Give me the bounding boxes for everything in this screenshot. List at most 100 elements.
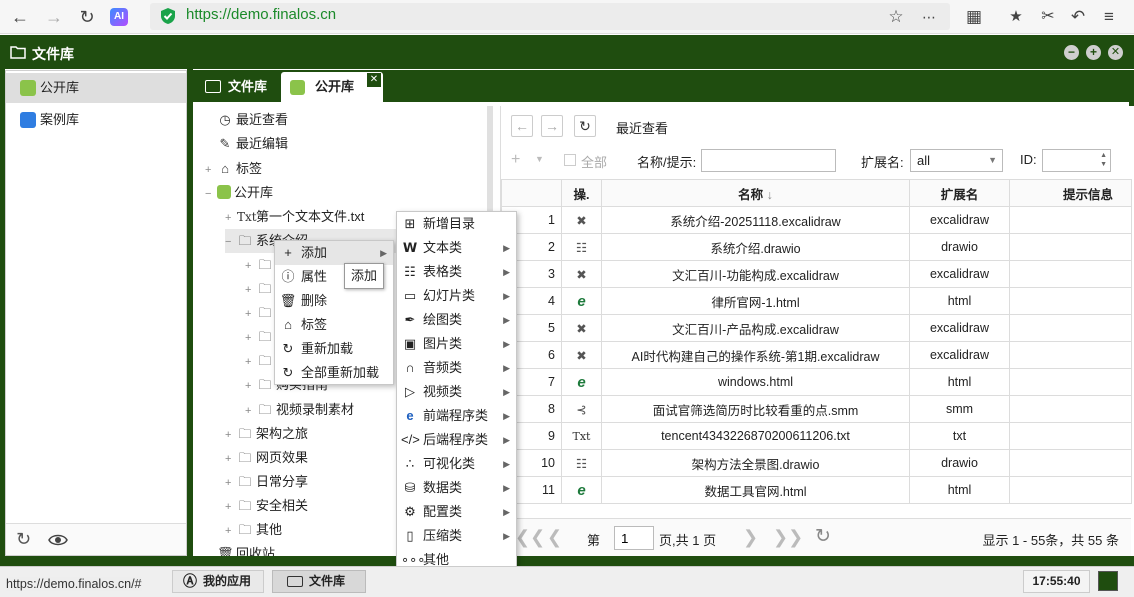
tree-node-subfolder[interactable]: + 🗀	[245, 349, 276, 373]
collapse-icon[interactable]: −	[205, 182, 217, 206]
submenu-item-drawing[interactable]: ✒ 绘图类 ▶	[397, 308, 516, 332]
excalidraw-icon[interactable]: ✖	[561, 314, 602, 342]
drawio-icon[interactable]: ☷	[561, 233, 602, 261]
first-page-icon[interactable]: ❮❮	[515, 527, 545, 548]
cell-name[interactable]: AI时代构建自己的操作系统-第1期.excalidraw	[601, 341, 910, 369]
submenu-item-sheet[interactable]: ☷ 表格类 ▶	[397, 260, 516, 284]
drawio-icon[interactable]: ☷	[561, 449, 602, 477]
tab-close-icon[interactable]: ✕	[367, 73, 381, 87]
tree-node-subfolder[interactable]: + 🗀	[245, 277, 276, 301]
maximize-icon[interactable]: +	[1086, 45, 1101, 60]
tree-node-recycle-bin[interactable]: 🗑 回收站	[205, 542, 275, 556]
cell-name[interactable]: 系统介绍-20251118.excalidraw	[601, 206, 910, 234]
id-filter-input[interactable]: ▲ ▼	[1042, 149, 1111, 172]
tree-node-recent-edit[interactable]: ✎ 最近编辑	[205, 132, 288, 156]
submenu-item-slides[interactable]: ▭ 幻灯片类 ▶	[397, 284, 516, 308]
prev-page-icon[interactable]: ❮	[547, 527, 562, 548]
cell-name[interactable]: 文汇百川-功能构成.excalidraw	[601, 260, 910, 288]
cell-name[interactable]: 系统介绍.drawio	[601, 233, 910, 261]
tree-node-subfolder[interactable]: + 🗀 视频录制素材	[245, 398, 354, 422]
tree-node-subfolder[interactable]: + 🗀	[245, 325, 276, 349]
cell-name[interactable]: 架构方法全景图.drawio	[601, 449, 910, 477]
submenu-item-data[interactable]: ⛁ 数据类 ▶	[397, 476, 516, 500]
column-header-name[interactable]: 名称 ↓	[601, 179, 910, 207]
table-row[interactable]: 4 e 律所官网-1.html html	[501, 287, 1132, 315]
star-icon[interactable]: ☆	[884, 5, 908, 29]
close-icon[interactable]: ✕	[1108, 45, 1123, 60]
table-row[interactable]: 6 ✖ AI时代构建自己的操作系统-第1期.excalidraw excalidraw	[501, 341, 1132, 369]
menu-item-delete[interactable]: 🗑 删除	[275, 289, 393, 313]
table-row[interactable]: 1 ✖ 系统介绍-20251118.excalidraw excalidraw	[501, 206, 1132, 234]
submenu-item-image[interactable]: ▣ 图片类 ▶	[397, 332, 516, 356]
expand-icon[interactable]: +	[205, 158, 217, 182]
cell-name[interactable]: 文汇百川-产品构成.excalidraw	[601, 314, 910, 342]
show-desktop-button[interactable]	[1098, 571, 1118, 591]
table-row[interactable]: 10 ☷ 架构方法全景图.drawio drawio	[501, 449, 1132, 477]
menu-item-reload-all[interactable]: ↻ 全部重新加载	[275, 361, 393, 385]
url-text[interactable]: https://demo.finalos.cn	[186, 6, 336, 24]
page-input[interactable]	[614, 526, 654, 550]
menu-item-add[interactable]: + 添加 ▶	[275, 241, 393, 265]
reload-icon[interactable]: ↻	[75, 5, 99, 29]
expand-icon[interactable]: +	[225, 206, 237, 230]
txt-icon[interactable]: Txt	[561, 422, 602, 450]
html-icon[interactable]: e	[561, 368, 602, 396]
submenu-item-frontend[interactable]: e 前端程序类 ▶	[397, 404, 516, 428]
submenu-item-backend[interactable]: </> 后端程序类 ▶	[397, 428, 516, 452]
library-item-cases[interactable]: 案例库	[6, 105, 186, 135]
column-header-hint[interactable]: 提示信息	[1009, 179, 1132, 207]
table-row[interactable]: 9 Txt tencent4343226870200611206.txt txt	[501, 422, 1132, 450]
excalidraw-icon[interactable]: ✖	[561, 206, 602, 234]
spinner-icon[interactable]: ▲ ▼	[1100, 151, 1107, 169]
chevron-down-icon[interactable]: ▼	[535, 154, 544, 164]
cell-name[interactable]: 数据工具官网.html	[601, 476, 910, 504]
minimize-icon[interactable]: −	[1064, 45, 1079, 60]
submenu-item-archive[interactable]: ▯ 压缩类 ▶	[397, 524, 516, 548]
cell-name[interactable]: windows.html	[601, 368, 910, 396]
eye-icon[interactable]	[48, 532, 68, 548]
table-row[interactable]: 7 e windows.html html	[501, 368, 1132, 396]
forward-icon[interactable]: →	[541, 115, 563, 137]
grid-icon[interactable]: ▦	[962, 5, 986, 29]
name-filter-input[interactable]	[701, 149, 836, 172]
tree-node-subfolder[interactable]: + 🗀	[245, 301, 276, 325]
back-icon[interactable]: ←	[8, 5, 32, 29]
menu-item-tags[interactable]: ⌂ 标签	[275, 313, 393, 337]
last-page-icon[interactable]: ❯❯	[773, 527, 803, 548]
taskbar-file-library[interactable]: 文件库	[272, 570, 366, 593]
tree-node-public-library[interactable]: − 公开库	[205, 181, 273, 205]
favorites-icon[interactable]: ★	[1004, 5, 1028, 29]
submenu-item-audio[interactable]: ∩ 音频类 ▶	[397, 356, 516, 380]
scissors-icon[interactable]: ✂	[1036, 5, 1060, 29]
table-row[interactable]: 3 ✖ 文汇百川-功能构成.excalidraw excalidraw	[501, 260, 1132, 288]
select-all-checkbox[interactable]	[564, 154, 576, 166]
column-header-op[interactable]: 操.	[561, 179, 602, 207]
table-row[interactable]: 5 ✖ 文汇百川-产品构成.excalidraw excalidraw	[501, 314, 1132, 342]
menu-icon[interactable]: ≡	[1097, 5, 1121, 29]
submenu-item-visual[interactable]: ∴ 可视化类 ▶	[397, 452, 516, 476]
tree-node-file[interactable]: + Txt第一个文本文件.txt	[225, 205, 364, 229]
tree-node-folder[interactable]: + 🗀 网页效果	[225, 446, 308, 470]
submenu-item-text[interactable]: 𝗪 文本类 ▶	[397, 236, 516, 260]
taskbar-my-apps[interactable]: Ⓐ 我的应用	[172, 570, 264, 593]
tree-node-folder[interactable]: + 🗀 安全相关	[225, 494, 308, 518]
menu-item-reload[interactable]: ↻ 重新加载	[275, 337, 393, 361]
submenu-item-new-folder[interactable]: ⊞ 新增目录	[397, 212, 516, 236]
column-header-ext[interactable]: 扩展名	[909, 179, 1010, 207]
more-dots-icon[interactable]: ⋯	[917, 5, 941, 29]
back-icon[interactable]: ←	[511, 115, 533, 137]
mindmap-icon[interactable]: ⊰	[561, 395, 602, 423]
tree-node-subfolder[interactable]: + 🗀	[245, 253, 276, 277]
tree-node-recent-view[interactable]: ◷ 最近查看	[205, 108, 288, 132]
cell-name[interactable]: 面试官筛选简历时比较看重的点.smm	[601, 395, 910, 423]
forward-icon[interactable]: →	[42, 5, 66, 29]
tree-node-folder[interactable]: + 🗀 其他	[225, 518, 282, 542]
add-icon[interactable]: +	[511, 151, 520, 169]
submenu-item-config[interactable]: ⚙ 配置类 ▶	[397, 500, 516, 524]
html-icon[interactable]: e	[561, 287, 602, 315]
table-row[interactable]: 2 ☷ 系统介绍.drawio drawio	[501, 233, 1132, 261]
tree-node-tags[interactable]: + ⌂ 标签	[205, 157, 262, 181]
tree-node-folder[interactable]: + 🗀 日常分享	[225, 470, 308, 494]
excalidraw-icon[interactable]: ✖	[561, 341, 602, 369]
refresh-icon[interactable]: ↻	[815, 525, 831, 548]
